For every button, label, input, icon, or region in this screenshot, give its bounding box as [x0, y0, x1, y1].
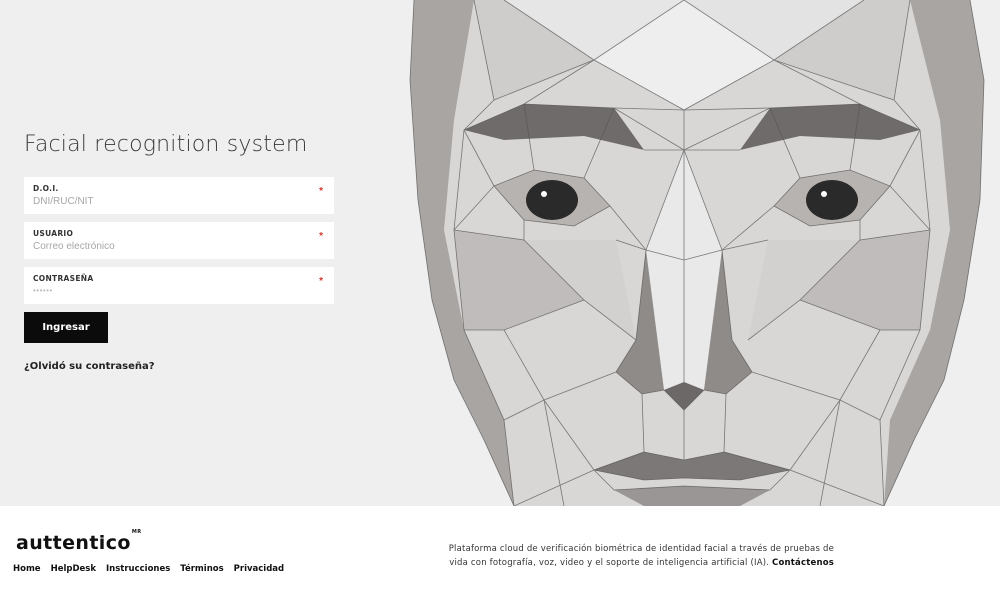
footer: auttenticoMR Home HelpDesk Instrucciones…	[0, 506, 1000, 591]
footer-link-instrucciones[interactable]: Instrucciones	[106, 564, 170, 574]
required-mark: *	[319, 186, 323, 197]
footer-nav: Home HelpDesk Instrucciones Términos Pri…	[13, 564, 284, 574]
login-panel: Facial recognition system D.O.I. * USUAR…	[24, 132, 334, 374]
contact-link[interactable]: Contáctenos	[772, 558, 834, 568]
password-mask[interactable]: ••••••	[33, 286, 53, 295]
footer-link-helpdesk[interactable]: HelpDesk	[51, 564, 96, 574]
brand-mark: MR	[131, 528, 142, 535]
footer-link-home[interactable]: Home	[13, 564, 41, 574]
usuario-field[interactable]: USUARIO *	[24, 222, 334, 259]
doi-label: D.O.I.	[33, 184, 59, 193]
required-mark: *	[319, 231, 323, 242]
doi-field[interactable]: D.O.I. *	[24, 177, 334, 214]
footer-link-terminos[interactable]: Términos	[180, 564, 223, 574]
email-input[interactable]	[33, 241, 313, 252]
usuario-label: USUARIO	[33, 229, 74, 238]
footer-description-line1: Plataforma cloud de verificación biométr…	[448, 544, 834, 554]
brand-name: auttentico	[16, 532, 131, 554]
polygon-face-illustration	[384, 0, 1000, 506]
password-label: CONTRASEÑA	[33, 274, 94, 283]
contrasena-field[interactable]: CONTRASEÑA * ••••••	[24, 267, 334, 304]
footer-description-line2: vida con fotografía, voz, video y el sop…	[449, 558, 770, 568]
forgot-password-link[interactable]: ¿Olvidó su contraseña?	[24, 361, 155, 372]
footer-description: Plataforma cloud de verificación biométr…	[404, 542, 834, 570]
footer-link-privacidad[interactable]: Privacidad	[234, 564, 284, 574]
ingresar-button[interactable]: Ingresar	[24, 312, 108, 343]
doi-input[interactable]	[33, 196, 313, 207]
page-title: Facial recognition system	[24, 132, 308, 157]
required-mark: *	[319, 276, 323, 287]
brand-logo[interactable]: auttenticoMR	[16, 528, 142, 554]
hero-section: Facial recognition system D.O.I. * USUAR…	[0, 0, 1000, 506]
